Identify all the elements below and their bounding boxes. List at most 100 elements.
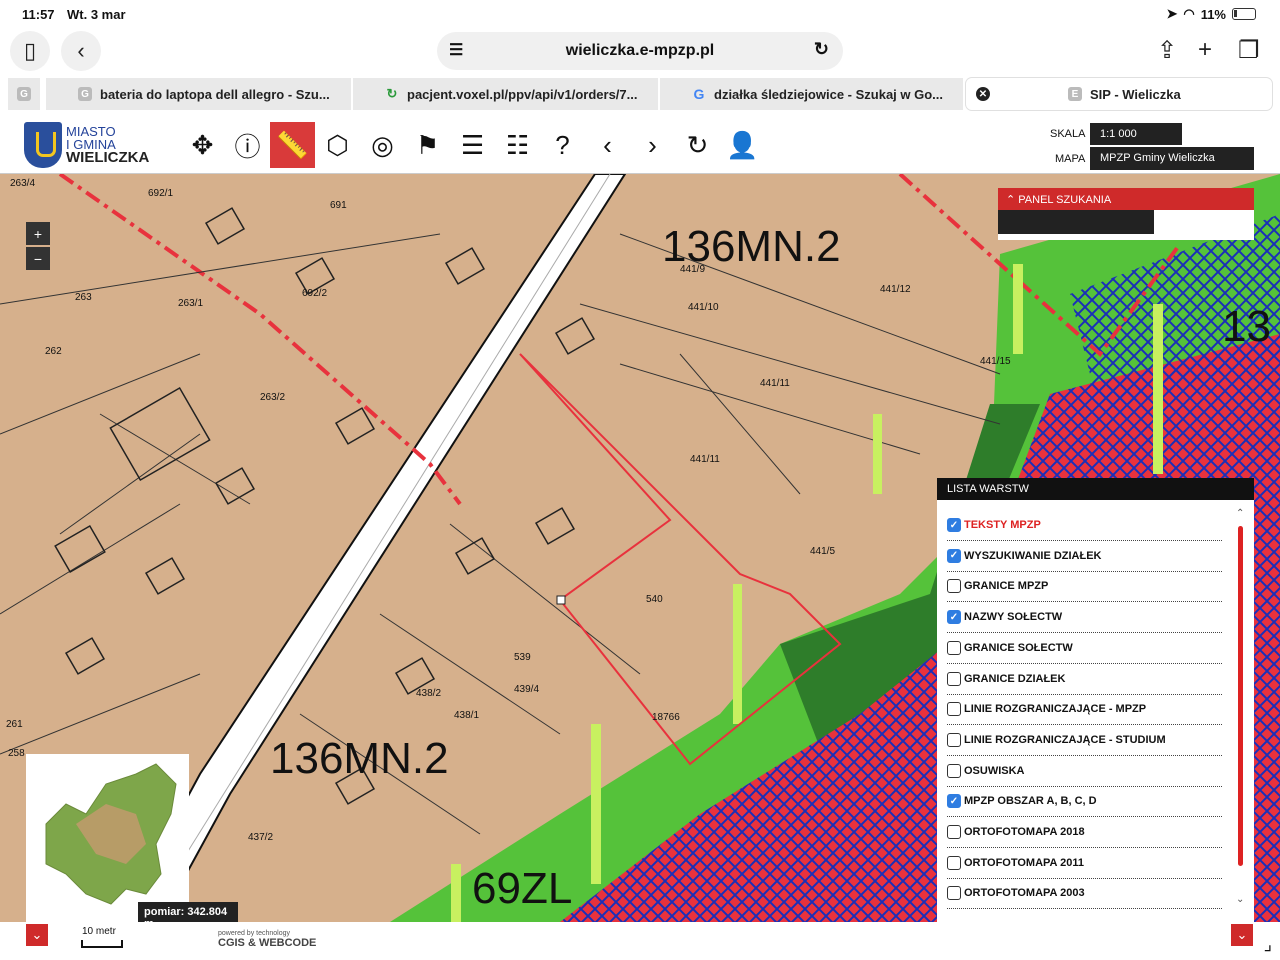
scalebar: [81, 940, 123, 948]
tab-group-icon[interactable]: G: [8, 78, 40, 110]
layer-checkbox[interactable]: [947, 732, 961, 747]
layer-item[interactable]: ✓ NAZWY SOŁECTW: [947, 602, 1222, 634]
link-icon: ↻: [386, 86, 398, 101]
parcel-number: 263/1: [178, 298, 204, 309]
layer-item[interactable]: GRANICE MPZP: [947, 571, 1222, 603]
pan-icon[interactable]: ✥: [180, 122, 225, 168]
measurement-readout: pomiar: 342.804 m: [138, 902, 238, 922]
parcel-number: 441/10: [688, 302, 719, 313]
back-button[interactable]: ‹: [61, 31, 101, 71]
checklist-icon[interactable]: ☷: [495, 122, 540, 168]
layer-checkbox[interactable]: [947, 825, 961, 839]
layer-item[interactable]: ORTOFOTOMAPA 2003: [947, 878, 1222, 910]
google-icon: G: [78, 87, 92, 101]
google-icon: G: [693, 86, 705, 102]
zoom-out-button[interactable]: −: [26, 247, 50, 270]
layer-label: LINIE ROZGRANICZAJĄCE - STUDIUM: [964, 733, 1166, 746]
parcel-number: 441/5: [810, 546, 836, 557]
zone-label: 13: [1222, 302, 1271, 351]
tab-3[interactable]: G działka śledziejowice - Szukaj w Go...: [660, 78, 963, 110]
reload-icon[interactable]: ↻: [814, 39, 829, 60]
layer-checkbox[interactable]: ✓: [947, 610, 961, 625]
tab-1[interactable]: G bateria do laptopa dell allegro - Szu.…: [46, 78, 351, 110]
layer-checkbox[interactable]: ✓: [947, 518, 961, 532]
layer-checkbox[interactable]: [947, 579, 961, 594]
layer-label: MPZP OBSZAR A, B, C, D: [964, 795, 1097, 808]
layer-label: NAZWY SOŁECTW: [964, 611, 1063, 624]
previous-icon[interactable]: ‹: [585, 122, 630, 168]
layer-label: GRANICE DZIAŁEK: [964, 672, 1066, 685]
site-icon: E: [1068, 87, 1082, 101]
layer-checkbox[interactable]: [947, 763, 961, 778]
layer-item[interactable]: GRANICE SOŁECTW: [947, 633, 1222, 664]
expand-right-icon[interactable]: ⌄: [1231, 924, 1253, 946]
layer-item[interactable]: ✓ WYSZUKIWANIE DZIAŁEK: [947, 541, 1222, 572]
layer-item[interactable]: ✓ TEKSTY MPZP: [947, 510, 1222, 541]
layer-item[interactable]: ✓ MPZP OBSZAR A, B, C, D: [947, 786, 1222, 818]
search-panel-header[interactable]: ⌃ PANEL SZUKANIA: [998, 188, 1254, 210]
globe-icon[interactable]: ◎: [360, 122, 405, 168]
layer-label: ORTOFOTOMAPA 2011: [964, 856, 1085, 869]
layer-label: TEKSTY MPZP: [964, 519, 1041, 531]
logo[interactable]: MIASTO I GMINA WIELICZKA: [24, 122, 149, 168]
date: Wt. 3 mar: [67, 7, 126, 22]
parcel-number: 263: [75, 292, 92, 303]
layer-item[interactable]: LINIE ROZGRANICZAJĄCE - MPZP: [947, 694, 1222, 726]
close-tab-icon[interactable]: ✕: [976, 87, 990, 101]
scroll-down-icon[interactable]: ⌄: [1236, 894, 1244, 905]
parcel-number: 540: [646, 594, 663, 605]
zoom-in-button[interactable]: +: [26, 222, 50, 245]
new-tab-icon[interactable]: +: [1198, 36, 1212, 64]
layer-item[interactable]: OSUWISKA: [947, 756, 1222, 787]
layer-item[interactable]: LINIE ROZGRANICZAJĄCE - STUDIUM: [947, 725, 1222, 756]
battery-icon: [1232, 8, 1256, 20]
map-footer: ⌄ 10 metr powered by technology CGIS & W…: [0, 922, 1280, 960]
address-bar[interactable]: ☰ wieliczka.e-mpzp.pl ↻: [437, 32, 843, 70]
layer-item[interactable]: ORTOFOTOMAPA 2018: [947, 817, 1222, 848]
info-icon[interactable]: ⓘ: [225, 122, 270, 168]
layer-list-panel: LISTA WARSTW ✓ TEKSTY MPZP ✓ WYSZUKIWANIE D…: [937, 478, 1254, 922]
url-text: wieliczka.e-mpzp.pl: [565, 42, 715, 59]
wifi-icon: ◠: [1183, 6, 1195, 21]
sidebar-icon[interactable]: ▯: [10, 31, 50, 71]
powered-by: powered by technology CGIS & WEBCODE: [218, 930, 317, 949]
layer-label: ORTOFOTOMAPA 2003: [964, 887, 1085, 900]
expand-left-icon[interactable]: ⌄: [26, 924, 48, 946]
tab-4-active[interactable]: ✕ E SIP - Wieliczka: [966, 78, 1272, 110]
layer-checkbox[interactable]: [947, 886, 961, 901]
layer-checkbox[interactable]: [947, 671, 961, 686]
measure-icon[interactable]: 📏: [270, 122, 315, 168]
layer-scrollbar[interactable]: [1238, 518, 1244, 914]
map-view[interactable]: 136MN.2 136MN.2 69ZL 13 263/4 692/1 691 …: [0, 174, 1280, 922]
map-select[interactable]: MPZP Gminy Wieliczka: [1090, 147, 1254, 170]
scrollbar-thumb[interactable]: [1238, 526, 1243, 866]
scale-input[interactable]: 1:1 000: [1090, 123, 1182, 145]
reader-icon[interactable]: ☰: [449, 40, 463, 60]
layer-checkbox[interactable]: ✓: [947, 548, 961, 563]
layer-checkbox[interactable]: [947, 702, 961, 717]
search-input[interactable]: [998, 210, 1154, 234]
list-icon[interactable]: ☰: [450, 122, 495, 168]
share-icon[interactable]: ⇪: [1157, 36, 1177, 65]
next-icon[interactable]: ›: [630, 122, 675, 168]
tab-2[interactable]: ↻ pacjent.voxel.pl/ppv/api/v1/orders/7..…: [353, 78, 658, 110]
overview-map[interactable]: [26, 754, 189, 922]
clock: 11:57: [22, 7, 55, 22]
parcel-number: 18766: [652, 712, 680, 723]
user-icon[interactable]: 👤: [720, 122, 765, 168]
help-icon[interactable]: ?: [540, 122, 585, 168]
polygon-icon[interactable]: ⬡: [315, 122, 360, 168]
flag-icon[interactable]: ⚑: [405, 122, 450, 168]
layer-item[interactable]: ORTOFOTOMAPA 2011: [947, 848, 1222, 879]
refresh-icon[interactable]: ↻: [675, 122, 720, 168]
zone-label: 69ZL: [472, 864, 573, 913]
resize-handle-icon[interactable]: ⌟: [1264, 934, 1272, 955]
parcel-number: 441/11: [690, 454, 720, 465]
tabs-overview-icon[interactable]: ❐: [1238, 36, 1260, 65]
layer-checkbox[interactable]: [947, 855, 961, 870]
layer-checkbox[interactable]: [947, 640, 961, 655]
chevron-up-icon: ⌃: [1006, 194, 1016, 206]
layer-checkbox[interactable]: ✓: [947, 794, 961, 809]
layer-item[interactable]: GRANICE DZIAŁEK: [947, 664, 1222, 695]
parcel-number: 438/1: [454, 710, 480, 721]
